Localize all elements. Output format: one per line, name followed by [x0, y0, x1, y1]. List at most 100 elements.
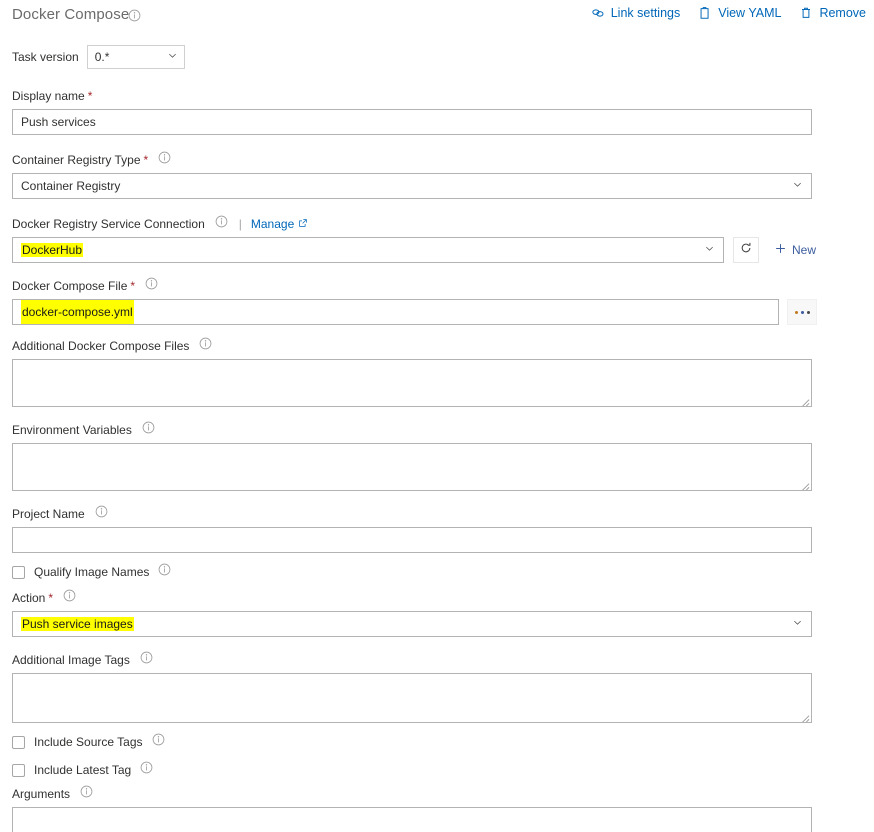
label-text: Display name — [12, 89, 85, 103]
new-label: New — [792, 243, 817, 257]
environment-variables-textarea[interactable] — [12, 443, 812, 491]
info-icon[interactable] — [140, 761, 153, 779]
resize-handle-icon[interactable] — [799, 394, 810, 407]
view-yaml-button[interactable]: View YAML — [698, 6, 781, 20]
environment-variables-label: Environment Variables — [12, 421, 862, 438]
display-name-value: Push services — [21, 115, 96, 129]
label-text: Additional Image Tags — [12, 652, 130, 667]
docker-compose-task-panel: Docker Compose Link settings View YAML R… — [0, 0, 874, 832]
docker-registry-service-connection-select[interactable]: DockerHub — [12, 237, 724, 263]
info-icon[interactable] — [140, 651, 153, 668]
trash-icon — [799, 6, 813, 20]
chevron-down-icon — [704, 243, 715, 257]
arguments-input[interactable] — [12, 807, 812, 832]
include-latest-tag-label: Include Latest Tag — [34, 763, 132, 777]
manage-link[interactable]: Manage — [251, 216, 308, 232]
info-icon[interactable] — [80, 785, 93, 802]
additional-image-tags-field: Additional Image Tags — [0, 651, 874, 723]
docker-registry-service-connection-field: Docker Registry Service Connection | Man… — [0, 215, 874, 263]
docker-compose-file-field: Docker Compose File * docker-compose.yml — [0, 277, 874, 325]
arguments-label: Arguments — [12, 785, 862, 802]
environment-variables-field: Environment Variables — [0, 421, 874, 491]
info-icon[interactable] — [63, 589, 76, 606]
external-link-icon — [298, 216, 308, 232]
required-marker: * — [130, 278, 136, 293]
display-name-input[interactable]: Push services — [12, 109, 812, 135]
info-icon[interactable] — [152, 733, 165, 751]
ellipsis-icon — [800, 310, 804, 314]
docker-compose-file-value: docker-compose.yml — [21, 300, 134, 324]
label-separator: | — [238, 216, 242, 231]
label-text: Container Registry Type — [12, 152, 141, 167]
action-value: Push service images — [21, 617, 134, 631]
view-yaml-label: View YAML — [718, 6, 782, 20]
header-actions: Link settings View YAML Remove — [591, 6, 866, 20]
ellipsis-icon — [794, 310, 798, 314]
action-field: Action * Push service images — [0, 589, 874, 637]
info-icon[interactable] — [142, 421, 155, 438]
project-name-input[interactable] — [12, 527, 812, 553]
resize-handle-icon[interactable] — [799, 478, 810, 491]
label-text: Environment Variables — [12, 422, 132, 437]
include-source-tags-row: Include Source Tags — [0, 733, 874, 751]
label-text: Action — [12, 590, 46, 605]
page-title: Docker Compose — [12, 6, 130, 23]
task-version-label: Task version — [12, 50, 79, 64]
task-version-select[interactable]: 0.* — [86, 45, 185, 69]
docker-compose-file-label: Docker Compose File * — [12, 277, 862, 294]
action-select[interactable]: Push service images — [12, 611, 812, 637]
display-name-field: Display name * Push services — [0, 88, 874, 135]
ellipsis-icon — [806, 310, 810, 314]
info-icon[interactable] — [95, 505, 108, 522]
label-text: Project Name — [12, 506, 85, 521]
info-icon[interactable] — [128, 9, 141, 27]
label-text: Arguments — [12, 786, 71, 801]
action-label: Action * — [12, 589, 862, 606]
manage-label: Manage — [250, 216, 295, 231]
additional-docker-compose-files-textarea[interactable] — [12, 359, 812, 407]
label-text: Docker Compose File — [12, 278, 128, 293]
additional-docker-compose-files-field: Additional Docker Compose Files — [0, 337, 874, 407]
container-registry-type-value: Container Registry — [21, 179, 121, 193]
docker-registry-service-connection-label: Docker Registry Service Connection | Man… — [12, 215, 862, 232]
link-icon — [591, 6, 605, 20]
include-source-tags-checkbox[interactable] — [12, 735, 25, 749]
link-settings-button[interactable]: Link settings — [591, 6, 680, 20]
task-version-row: Task version 0.* — [12, 45, 185, 69]
chevron-down-icon — [792, 179, 803, 193]
browse-file-button[interactable] — [787, 299, 817, 325]
additional-image-tags-label: Additional Image Tags — [12, 651, 862, 668]
label-text: Docker Registry Service Connection — [12, 216, 205, 231]
include-source-tags-label: Include Source Tags — [34, 735, 143, 749]
label-text: Additional Docker Compose Files — [12, 338, 190, 353]
arguments-field: Arguments — [0, 785, 874, 832]
resize-handle-icon[interactable] — [799, 710, 810, 723]
container-registry-type-field: Container Registry Type * Container Regi… — [0, 151, 874, 199]
include-latest-tag-row: Include Latest Tag — [0, 761, 874, 779]
container-registry-type-select[interactable]: Container Registry — [12, 173, 812, 199]
project-name-label: Project Name — [12, 505, 862, 522]
container-registry-type-label: Container Registry Type * — [12, 151, 862, 168]
task-version-value: 0.* — [94, 50, 110, 64]
additional-docker-compose-files-label: Additional Docker Compose Files — [12, 337, 862, 354]
info-icon[interactable] — [215, 215, 228, 232]
qualify-image-names-checkbox[interactable] — [12, 565, 25, 579]
link-settings-label: Link settings — [610, 6, 681, 20]
docker-registry-service-connection-value: DockerHub — [21, 243, 84, 257]
remove-label: Remove — [819, 6, 866, 20]
info-icon[interactable] — [158, 563, 171, 581]
clipboard-icon — [698, 6, 712, 20]
docker-compose-file-input[interactable]: docker-compose.yml — [12, 299, 779, 325]
display-name-label: Display name * — [12, 88, 862, 104]
info-icon[interactable] — [199, 337, 212, 354]
additional-image-tags-textarea[interactable] — [12, 673, 812, 723]
required-marker: * — [48, 590, 54, 605]
refresh-button[interactable] — [733, 237, 759, 263]
info-icon[interactable] — [145, 277, 158, 294]
chevron-down-icon — [167, 50, 178, 64]
qualify-image-names-label: Qualify Image Names — [34, 565, 150, 579]
include-latest-tag-checkbox[interactable] — [12, 763, 25, 777]
remove-button[interactable]: Remove — [799, 6, 866, 20]
info-icon[interactable] — [158, 151, 171, 168]
new-service-connection-button[interactable]: New — [767, 237, 828, 263]
